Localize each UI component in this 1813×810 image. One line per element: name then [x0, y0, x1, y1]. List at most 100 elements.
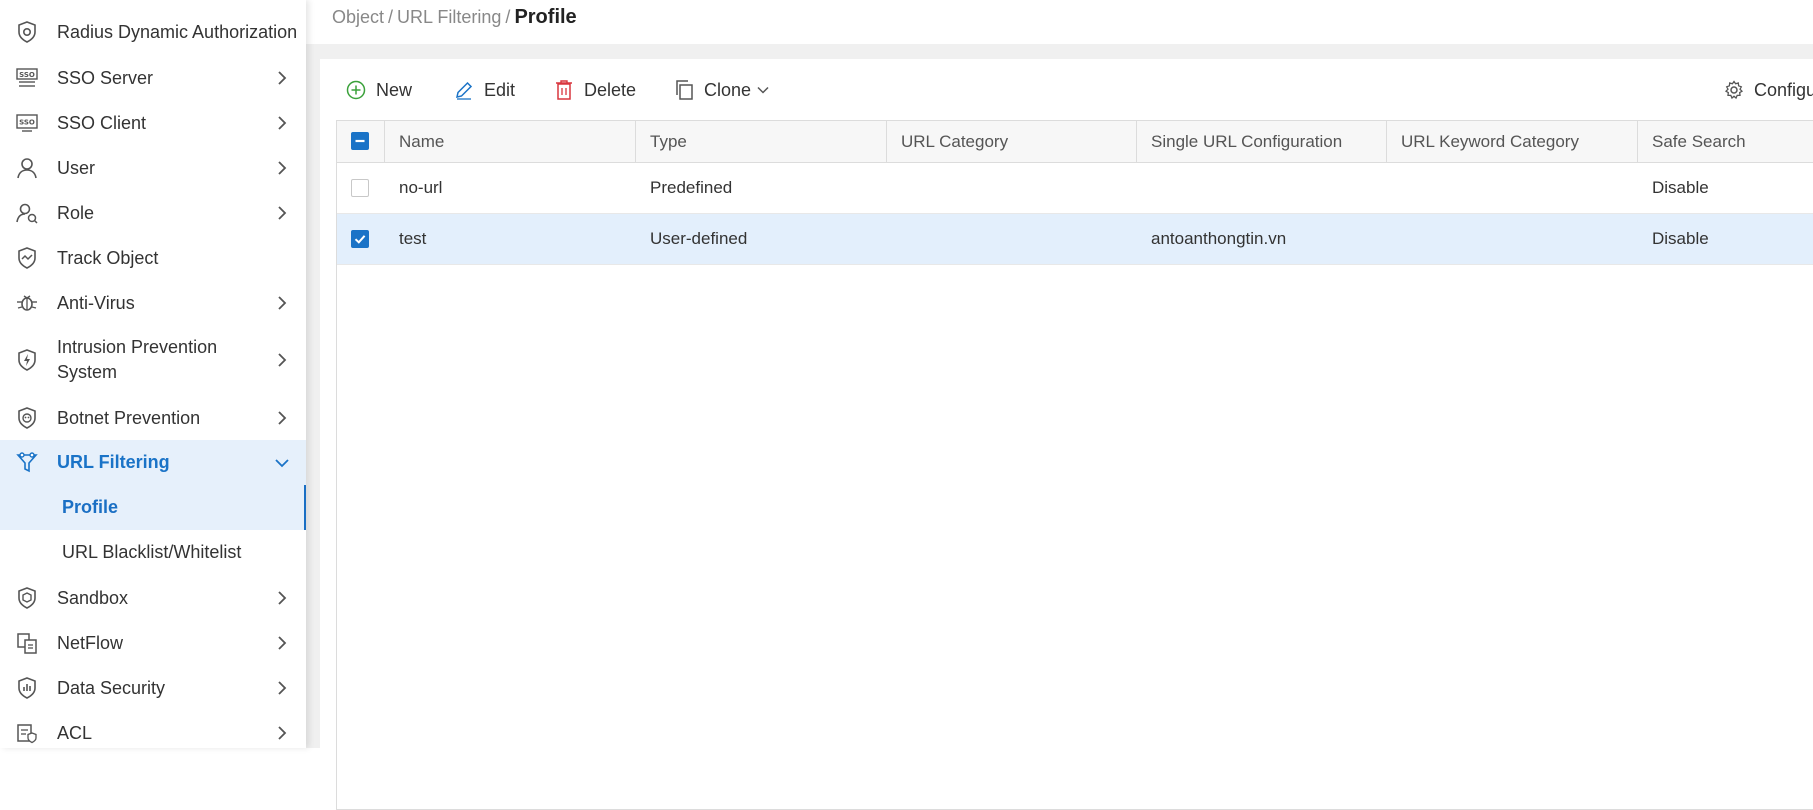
sidebar-item-label: NetFlow	[57, 632, 124, 653]
sidebar-item-user[interactable]: User	[0, 154, 306, 182]
edit-button-label: Edit	[484, 79, 516, 100]
sidebar-subitem-url-blacklist-whitelist[interactable]: URL Blacklist/Whitelist	[0, 530, 306, 575]
content-panel: New Edit Delete Clone Configu Name Type …	[320, 59, 1813, 810]
data-security-icon	[14, 675, 40, 701]
configure-button-label: Configu	[1754, 79, 1813, 100]
column-header-safe-search[interactable]: Safe Search	[1638, 121, 1813, 162]
clone-dropdown-button[interactable]: Clone	[674, 77, 769, 103]
sidebar-item-acl[interactable]: ACL	[0, 719, 306, 747]
sidebar: Radius Dynamic Authorization SSO SSO Ser…	[0, 0, 306, 748]
row-checkbox[interactable]	[351, 179, 369, 197]
breadcrumb-separator: /	[505, 7, 511, 27]
sidebar-item-label: ACL	[57, 722, 93, 743]
breadcrumb-separator: /	[388, 7, 394, 27]
chevron-right-icon	[274, 410, 290, 426]
toolbar: New Edit Delete Clone Configu	[320, 59, 1813, 119]
cell-name: no-url	[399, 178, 443, 197]
sso-client-icon: SSO	[14, 110, 40, 136]
column-header-single-url-configuration[interactable]: Single URL Configuration	[1137, 121, 1387, 162]
sidebar-item-sso-client[interactable]: SSO SSO Client	[0, 109, 306, 137]
track-object-icon	[14, 245, 40, 271]
sidebar-item-role[interactable]: Role	[0, 199, 306, 227]
cell-url-category	[887, 214, 901, 264]
sidebar-item-netflow[interactable]: NetFlow	[0, 629, 306, 657]
svg-text:SSO: SSO	[19, 71, 35, 79]
virus-icon	[14, 290, 40, 316]
sidebar-item-label: Profile	[62, 497, 119, 517]
clone-button-label: Clone	[704, 79, 752, 100]
cell-safe-search: Disable	[1652, 229, 1709, 248]
chevron-right-icon	[274, 635, 290, 651]
acl-icon	[14, 720, 40, 746]
sidebar-item-track-object[interactable]: Track Object	[0, 244, 306, 272]
sandbox-icon	[14, 585, 40, 611]
breadcrumb-item-url-filtering[interactable]: URL Filtering	[397, 7, 501, 27]
checkmark-icon	[354, 235, 366, 244]
chevron-right-icon	[274, 352, 290, 368]
sidebar-item-url-filtering[interactable]: URL Filtering	[0, 440, 306, 485]
sidebar-item-sandbox[interactable]: Sandbox	[0, 584, 306, 612]
breadcrumb-item-object[interactable]: Object	[332, 7, 384, 27]
table-row[interactable]: test User-defined antoanthongtin.vn Disa…	[337, 214, 1813, 265]
chevron-right-icon	[274, 70, 290, 86]
column-header-name[interactable]: Name	[385, 121, 636, 162]
column-header-type[interactable]: Type	[636, 121, 887, 162]
shield-circle-icon	[14, 19, 40, 45]
profile-table: Name Type URL Category Single URL Config…	[336, 120, 1813, 810]
minus-icon	[355, 139, 365, 143]
plus-circle-icon	[346, 80, 366, 100]
edit-button[interactable]: Edit	[454, 77, 515, 103]
cell-url-keyword-category	[1387, 163, 1401, 213]
role-icon	[14, 200, 40, 226]
cell-type: User-defined	[650, 229, 748, 248]
sidebar-item-intrusion-prevention-system[interactable]: Intrusion Prevention System	[0, 334, 306, 386]
cell-url-keyword-category	[1387, 214, 1401, 264]
new-button[interactable]: New	[346, 77, 412, 103]
breadcrumb-bar: Object / URL Filtering / Profile	[306, 0, 1813, 44]
sidebar-item-label: SSO Server	[57, 67, 154, 88]
row-checkbox[interactable]	[351, 230, 369, 248]
delete-button[interactable]: Delete	[554, 77, 636, 103]
sidebar-item-label: Intrusion Prevention System	[57, 337, 218, 382]
sidebar-item-label: SSO Client	[57, 112, 147, 133]
cell-single-url-configuration	[1137, 163, 1151, 213]
sidebar-item-sso-server[interactable]: SSO SSO Server	[0, 64, 306, 92]
clone-icon	[676, 80, 693, 100]
sidebar-item-label: Radius Dynamic Authorization	[57, 21, 298, 42]
sidebar-item-anti-virus[interactable]: Anti-Virus	[0, 289, 306, 317]
chevron-right-icon	[274, 295, 290, 311]
new-button-label: New	[376, 79, 413, 100]
main-content: Object / URL Filtering / Profile New Edit De…	[306, 0, 1813, 810]
sidebar-item-label: Track Object	[57, 247, 159, 268]
sidebar-item-radius-dynamic-authorization[interactable]: Radius Dynamic Authorization	[0, 18, 306, 46]
sidebar-item-label: User	[57, 157, 96, 178]
sidebar-subitem-profile[interactable]: Profile	[0, 485, 306, 530]
delete-button-label: Delete	[584, 79, 637, 100]
botnet-icon	[14, 405, 40, 431]
cell-url-category	[887, 163, 901, 213]
sidebar-item-data-security[interactable]: Data Security	[0, 674, 306, 702]
page-title: Profile	[514, 6, 577, 28]
breadcrumb: Object / URL Filtering / Profile	[332, 6, 577, 29]
column-header-url-keyword-category[interactable]: URL Keyword Category	[1387, 121, 1638, 162]
url-filter-icon	[14, 450, 40, 476]
sidebar-item-label: URL Filtering	[57, 452, 170, 472]
column-header-url-category[interactable]: URL Category	[887, 121, 1137, 162]
sso-server-icon: SSO	[14, 65, 40, 91]
configure-button[interactable]: Configu	[1724, 77, 1813, 103]
select-all-checkbox[interactable]	[351, 132, 369, 150]
svg-text:SSO: SSO	[19, 119, 35, 127]
header-checkbox-cell	[337, 121, 385, 162]
chevron-right-icon	[274, 590, 290, 606]
edit-pencil-icon	[456, 81, 473, 100]
sidebar-item-label: Sandbox	[57, 587, 129, 608]
chevron-right-icon	[274, 205, 290, 221]
sidebar-item-label: Data Security	[57, 677, 166, 698]
chevron-right-icon	[274, 725, 290, 741]
sidebar-item-label: Anti-Virus	[57, 292, 135, 313]
chevron-right-icon	[274, 680, 290, 696]
cell-single-url-configuration: antoanthongtin.vn	[1151, 229, 1287, 248]
sidebar-item-botnet-prevention[interactable]: Botnet Prevention	[0, 404, 306, 432]
sidebar-item-label: Role	[57, 202, 95, 223]
table-row[interactable]: no-url Predefined Disable	[337, 163, 1813, 214]
